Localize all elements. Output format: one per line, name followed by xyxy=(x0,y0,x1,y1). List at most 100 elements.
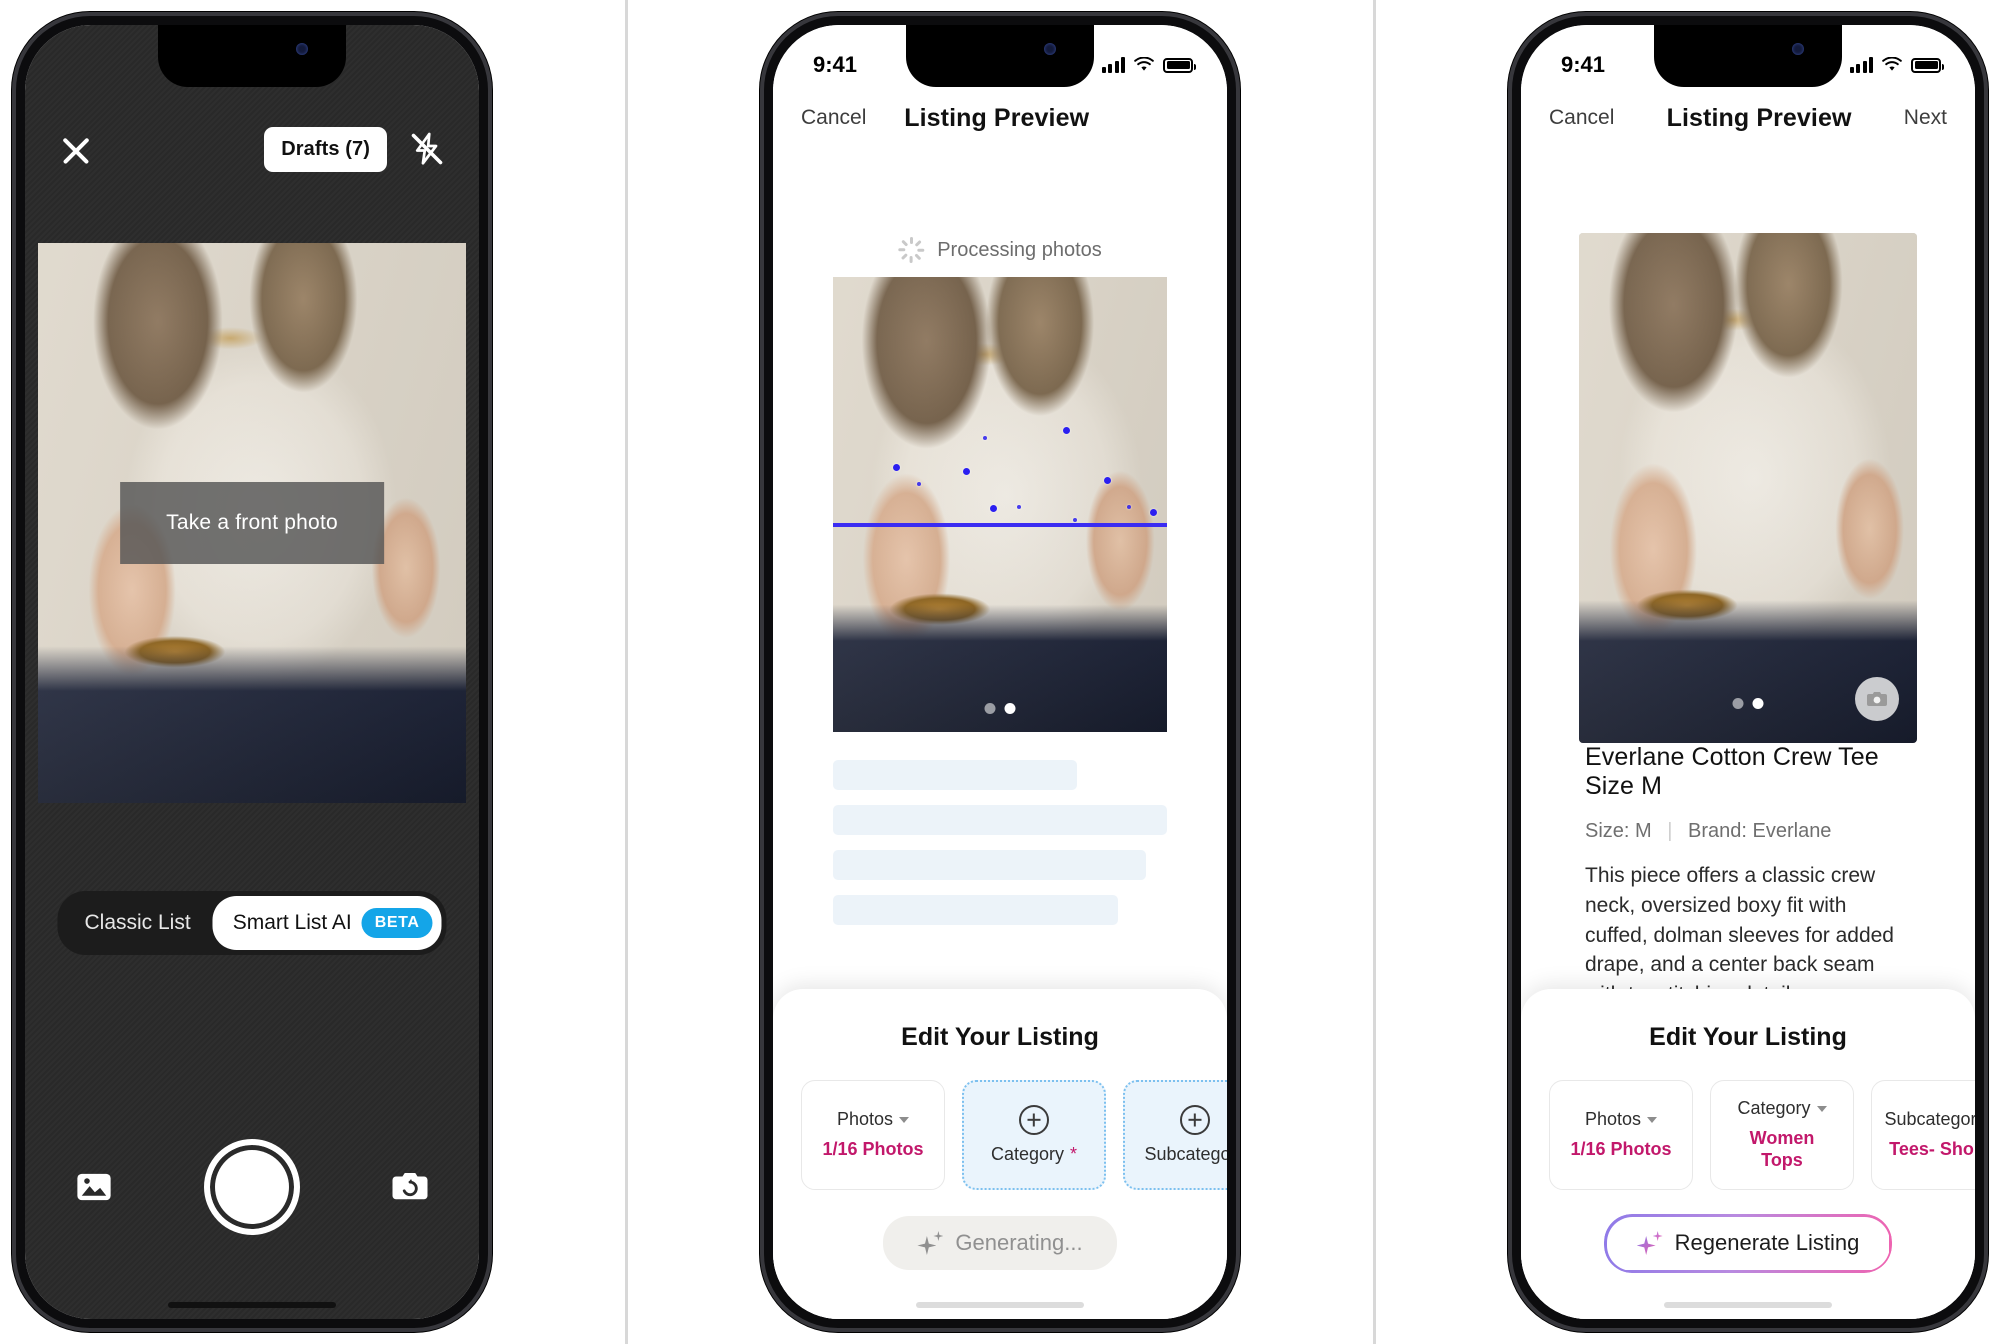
plus-circle-icon xyxy=(1180,1105,1210,1135)
chip-category[interactable]: Category Women Tops xyxy=(1710,1080,1854,1190)
sheet-action-row: Regenerate Listing xyxy=(1521,1216,1975,1270)
front-camera-dot xyxy=(1792,43,1804,55)
chevron-down-icon xyxy=(1816,1105,1827,1112)
front-camera-dot xyxy=(296,43,308,55)
home-indicator xyxy=(1664,1302,1832,1308)
scan-dot xyxy=(989,504,997,512)
attribute-chips[interactable]: Photos 1/16 Photos Category * Subcatego xyxy=(773,1080,1227,1190)
phone-camera: Drafts (7) Take a front photo Classic Li… xyxy=(12,12,492,1332)
listing-photo-card[interactable] xyxy=(1579,233,1917,743)
home-indicator xyxy=(168,1302,336,1308)
required-asterisk: * xyxy=(1070,1144,1078,1164)
sheet-title: Edit Your Listing xyxy=(1649,1023,1847,1051)
screenshot-stage: Drafts (7) Take a front photo Classic Li… xyxy=(0,0,2000,1344)
chip-subcategory-label: Subcategory xyxy=(1144,1144,1227,1164)
battery-icon xyxy=(1163,57,1196,73)
status-time: 9:41 xyxy=(1561,52,1606,77)
photo-pagination[interactable] xyxy=(1732,698,1764,709)
processing-screen: 9:41 Cancel Listing Preview Processing p… xyxy=(773,25,1227,1319)
chip-photos[interactable]: Photos 1/16 Photos xyxy=(1549,1080,1693,1190)
scan-photo[interactable] xyxy=(833,277,1167,732)
scan-dot xyxy=(916,481,921,486)
generating-label: Generating... xyxy=(955,1230,1083,1255)
listing-size: Size: M xyxy=(1585,820,1652,842)
sparkle-icon xyxy=(1636,1231,1663,1255)
next-button[interactable]: Next xyxy=(1904,106,1947,130)
panel-divider-2 xyxy=(1372,0,1376,1344)
mode-classic-list[interactable]: Classic List xyxy=(62,899,212,947)
chip-photos-value: 1/16 Photos xyxy=(822,1139,924,1160)
camera-screen: Drafts (7) Take a front photo Classic Li… xyxy=(25,25,479,1319)
chip-subcategory[interactable]: Subcategory xyxy=(1123,1080,1227,1190)
notch xyxy=(158,25,346,87)
scan-line xyxy=(833,522,1167,527)
wifi-icon xyxy=(1134,57,1154,71)
listing-meta: Size: M | Brand: Everlane xyxy=(1585,820,1911,843)
skeleton-line xyxy=(833,850,1147,880)
chip-photos-label: Photos xyxy=(1585,1109,1658,1130)
result-screen: 9:41 Cancel Listing Preview Next Everlan… xyxy=(1521,25,1975,1319)
listing-preview-processing: 9:41 Cancel Listing Preview Processing p… xyxy=(773,25,1227,1319)
gallery-icon[interactable] xyxy=(73,1166,115,1208)
listing-brand: Brand: Everlane xyxy=(1688,820,1832,842)
cellular-signal-icon xyxy=(1849,57,1873,73)
drafts-button[interactable]: Drafts (7) xyxy=(264,126,387,172)
chevron-down-icon xyxy=(1647,1116,1658,1123)
scan-dot xyxy=(1103,477,1111,485)
status-time: 9:41 xyxy=(813,52,858,77)
chevron-down-icon xyxy=(899,1116,910,1123)
listing-photo xyxy=(833,277,1167,732)
chip-subcategory[interactable]: Subcategory Tees- Short.. xyxy=(1871,1080,1975,1190)
regenerate-listing-button[interactable]: Regenerate Listing xyxy=(1606,1216,1890,1270)
camera-topbar: Drafts (7) xyxy=(25,121,479,177)
flash-off-icon[interactable] xyxy=(409,131,445,167)
navigation-bar: Cancel Listing Preview xyxy=(773,87,1227,149)
close-icon[interactable] xyxy=(59,132,93,166)
cancel-button[interactable]: Cancel xyxy=(1549,106,1614,130)
content-skeleton xyxy=(833,760,1181,925)
skeleton-line xyxy=(833,760,1077,790)
sparkle-icon xyxy=(917,1231,944,1255)
mode-smart-list-ai[interactable]: Smart List AI BETA xyxy=(212,896,442,950)
sheet-action-row: Generating... xyxy=(773,1216,1227,1270)
generating-button: Generating... xyxy=(883,1216,1117,1270)
camera-controls xyxy=(25,1127,479,1247)
front-camera-dot xyxy=(1044,43,1056,55)
take-front-photo-hint: Take a front photo xyxy=(120,482,384,564)
home-indicator xyxy=(916,1302,1084,1308)
scan-dot xyxy=(893,463,901,471)
wifi-icon xyxy=(1882,57,1902,71)
scan-dot xyxy=(1126,504,1131,509)
page-title: Listing Preview xyxy=(904,103,1090,132)
sheet-title: Edit Your Listing xyxy=(901,1023,1099,1051)
mode-toggle[interactable]: Classic List Smart List AI BETA xyxy=(57,891,447,955)
chip-category-value: Women Tops xyxy=(1749,1128,1815,1170)
camera-preview[interactable]: Take a front photo xyxy=(38,243,466,803)
chip-photos-value: 1/16 Photos xyxy=(1570,1139,1672,1160)
chip-photos-label: Photos xyxy=(837,1109,910,1130)
edit-listing-sheet: Edit Your Listing Photos 1/16 Photos Cat xyxy=(1521,989,1975,1319)
phone-processing: 9:41 Cancel Listing Preview Processing p… xyxy=(760,12,1240,1332)
skeleton-line xyxy=(833,805,1168,835)
listing-description: This piece offers a classic crew neck, o… xyxy=(1585,864,1894,1006)
listing-preview-result: 9:41 Cancel Listing Preview Next Everlan… xyxy=(1521,25,1975,1319)
edit-listing-sheet: Edit Your Listing Photos 1/16 Photos Cat… xyxy=(773,989,1227,1319)
scan-dot xyxy=(1016,504,1021,509)
beta-badge: BETA xyxy=(361,908,433,938)
spinner-icon xyxy=(898,237,925,263)
cellular-signal-icon xyxy=(1101,57,1125,73)
notch xyxy=(1654,25,1842,87)
photo-pagination[interactable] xyxy=(984,703,1016,714)
chip-photos[interactable]: Photos 1/16 Photos xyxy=(801,1080,945,1190)
phone-result: 9:41 Cancel Listing Preview Next Everlan… xyxy=(1508,12,1988,1332)
battery-icon xyxy=(1911,57,1944,73)
shutter-button[interactable] xyxy=(204,1139,300,1235)
attribute-chips[interactable]: Photos 1/16 Photos Category Women Tops S… xyxy=(1521,1080,1975,1190)
cancel-button[interactable]: Cancel xyxy=(801,106,866,130)
camera-flip-icon[interactable] xyxy=(389,1166,431,1208)
navigation-bar: Cancel Listing Preview Next xyxy=(1521,87,1975,149)
camera-icon[interactable] xyxy=(1855,677,1899,721)
chip-category[interactable]: Category * xyxy=(962,1080,1106,1190)
skeleton-line xyxy=(833,895,1119,925)
listing-title: Everlane Cotton Crew Tee Size M xyxy=(1585,743,1879,800)
